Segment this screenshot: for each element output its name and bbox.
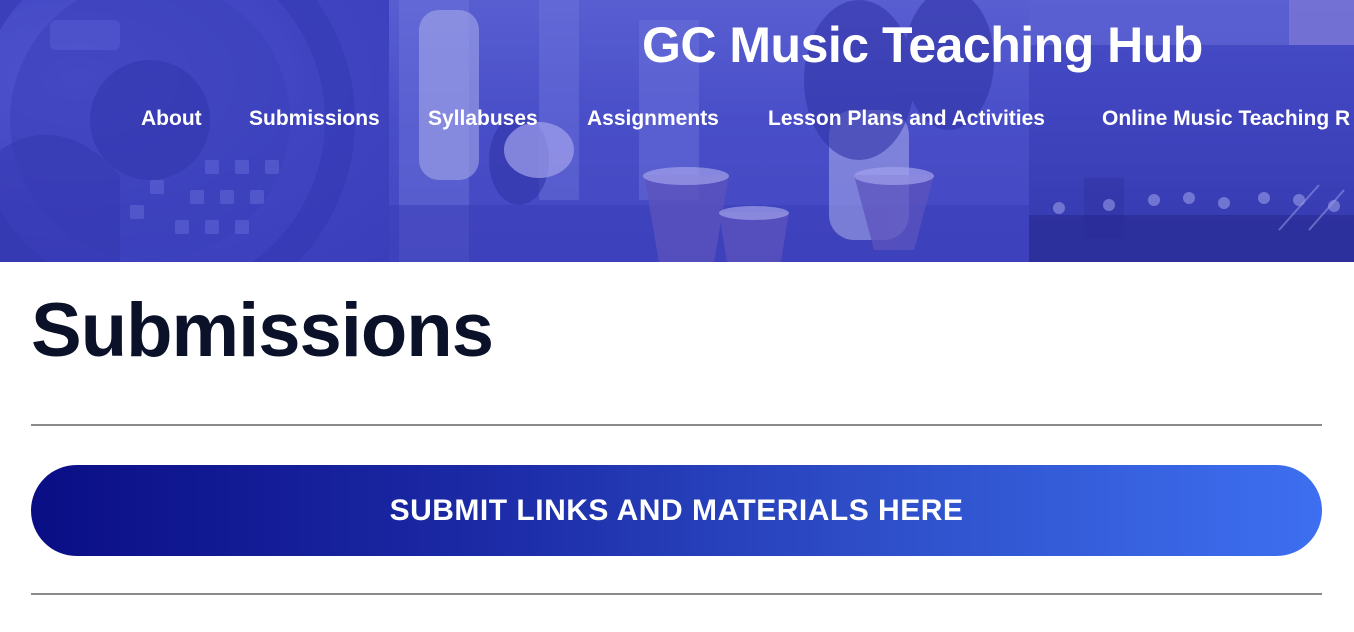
nav-item-assignments[interactable]: Assignments	[587, 104, 719, 134]
site-title[interactable]: GC Music Teaching Hub	[642, 14, 1203, 76]
main-navigation: About Submissions Syllabuses Assignments…	[0, 104, 1354, 136]
nav-item-about[interactable]: About	[141, 104, 202, 134]
site-header-banner: GC Music Teaching Hub About Submissions …	[0, 0, 1354, 262]
divider-top	[31, 424, 1322, 426]
nav-item-lesson-plans[interactable]: Lesson Plans and Activities	[768, 104, 1045, 134]
page-title: Submissions	[31, 288, 494, 373]
nav-item-online-music-teaching[interactable]: Online Music Teaching R	[1102, 104, 1350, 134]
submit-links-button[interactable]: SUBMIT LINKS AND MATERIALS HERE	[31, 465, 1322, 556]
divider-bottom	[31, 593, 1322, 595]
nav-item-submissions[interactable]: Submissions	[249, 104, 380, 134]
nav-item-syllabuses[interactable]: Syllabuses	[428, 104, 538, 134]
